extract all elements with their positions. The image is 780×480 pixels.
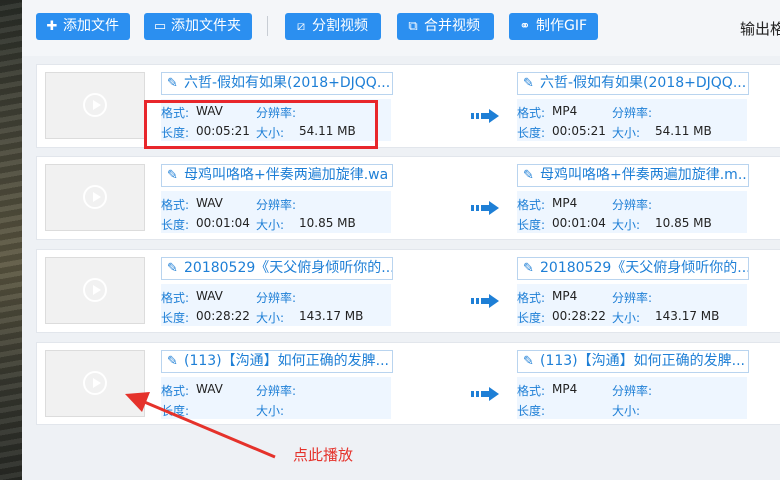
annotation-label: 点此播放: [293, 446, 354, 464]
highlight-box: [144, 100, 378, 149]
background-photo-strip: [0, 0, 22, 480]
converter-window: ✚ 添加文件 ▭ 添加文件夹 ⧄ 分割视频 ⧉ 合并视频 ⚭ 制作GIF 输出格 ✎ 六哲-…: [22, 0, 780, 480]
annotation-layer: [125, 392, 276, 459]
annotation-arrow-line: [141, 399, 276, 459]
